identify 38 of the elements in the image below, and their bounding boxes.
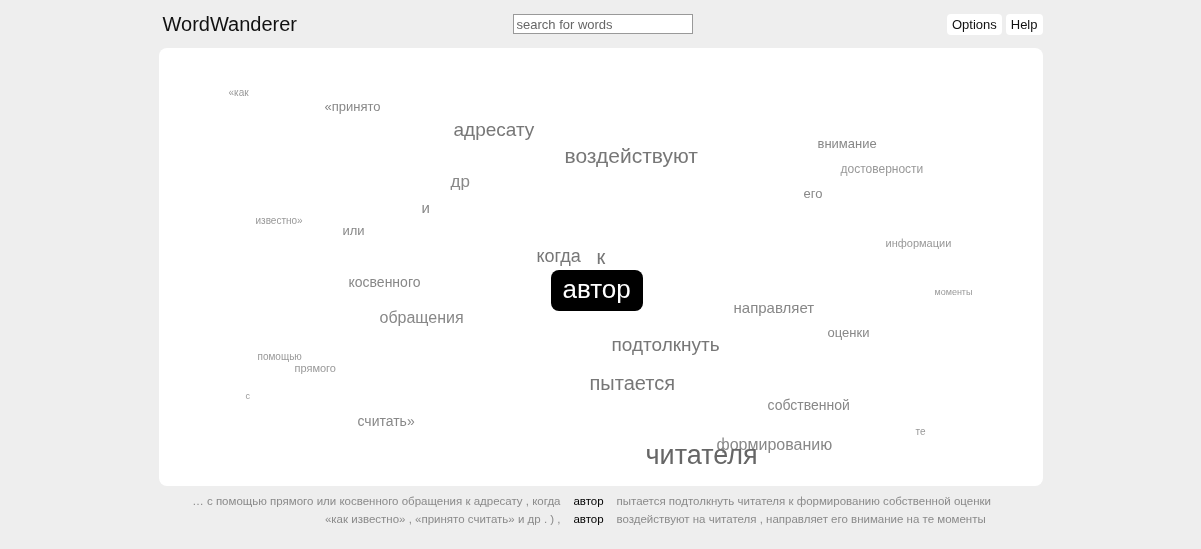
cloud-word[interactable]: направляет bbox=[733, 300, 815, 315]
header-link[interactable]: Help bbox=[1005, 13, 1043, 35]
left-context: … с помощью прямого или косвенного обращения к адресату , когда bbox=[192, 495, 561, 507]
cloud-word[interactable]: те bbox=[915, 427, 926, 437]
cloud-word[interactable]: «как bbox=[228, 88, 249, 98]
right-context: воздействуют на читателя , направляет его внимание на те моменты bbox=[616, 513, 986, 525]
cloud-word[interactable]: его bbox=[803, 187, 823, 200]
cloud-word[interactable]: прямого bbox=[294, 363, 336, 374]
cloud-word[interactable]: оценки bbox=[827, 326, 870, 339]
search-field[interactable]: search for words bbox=[512, 14, 693, 34]
cloud-word[interactable]: собственной bbox=[767, 398, 850, 412]
cloud-word[interactable]: помощью bbox=[257, 352, 302, 362]
cloud-word[interactable]: моменты bbox=[934, 288, 973, 297]
left-context: «как известно» , «принято считать» и др . ) , bbox=[324, 513, 561, 525]
header-link[interactable]: Options bbox=[946, 13, 1002, 35]
cloud-word[interactable]: известно» bbox=[255, 216, 303, 226]
cloud-word[interactable]: адресату bbox=[453, 120, 535, 139]
cloud-word[interactable]: информации bbox=[885, 238, 952, 249]
app-title: WordWanderer bbox=[162, 12, 298, 36]
cloud-word[interactable]: др bbox=[450, 173, 470, 190]
cloud-word[interactable]: к bbox=[596, 247, 606, 267]
keyword[interactable]: автор bbox=[573, 513, 604, 525]
cloud-word[interactable]: внимание bbox=[817, 137, 877, 150]
cloud-word[interactable]: обращения bbox=[379, 310, 464, 326]
cloud-word[interactable]: воздействуют bbox=[564, 145, 698, 166]
keyword[interactable]: автор bbox=[573, 495, 604, 507]
right-context: пытается подтолкнуть читателя к формированию собственной оценки bbox=[616, 495, 991, 507]
cloud-word[interactable]: когда bbox=[536, 247, 581, 265]
cloud-word[interactable]: «принято bbox=[324, 100, 381, 113]
cloud-word[interactable]: косвенного bbox=[348, 275, 421, 289]
selected-word[interactable]: автор bbox=[550, 270, 643, 311]
cloud-word[interactable]: считать» bbox=[357, 414, 415, 428]
cloud-word[interactable]: подтолкнуть bbox=[611, 335, 720, 354]
cloud-word[interactable]: с bbox=[245, 392, 250, 401]
cloud-word[interactable]: достоверности bbox=[840, 163, 924, 175]
cloud-word[interactable]: или bbox=[342, 224, 365, 237]
cloud-word[interactable]: пытается bbox=[589, 373, 675, 393]
cloud-word[interactable]: и bbox=[421, 200, 430, 215]
